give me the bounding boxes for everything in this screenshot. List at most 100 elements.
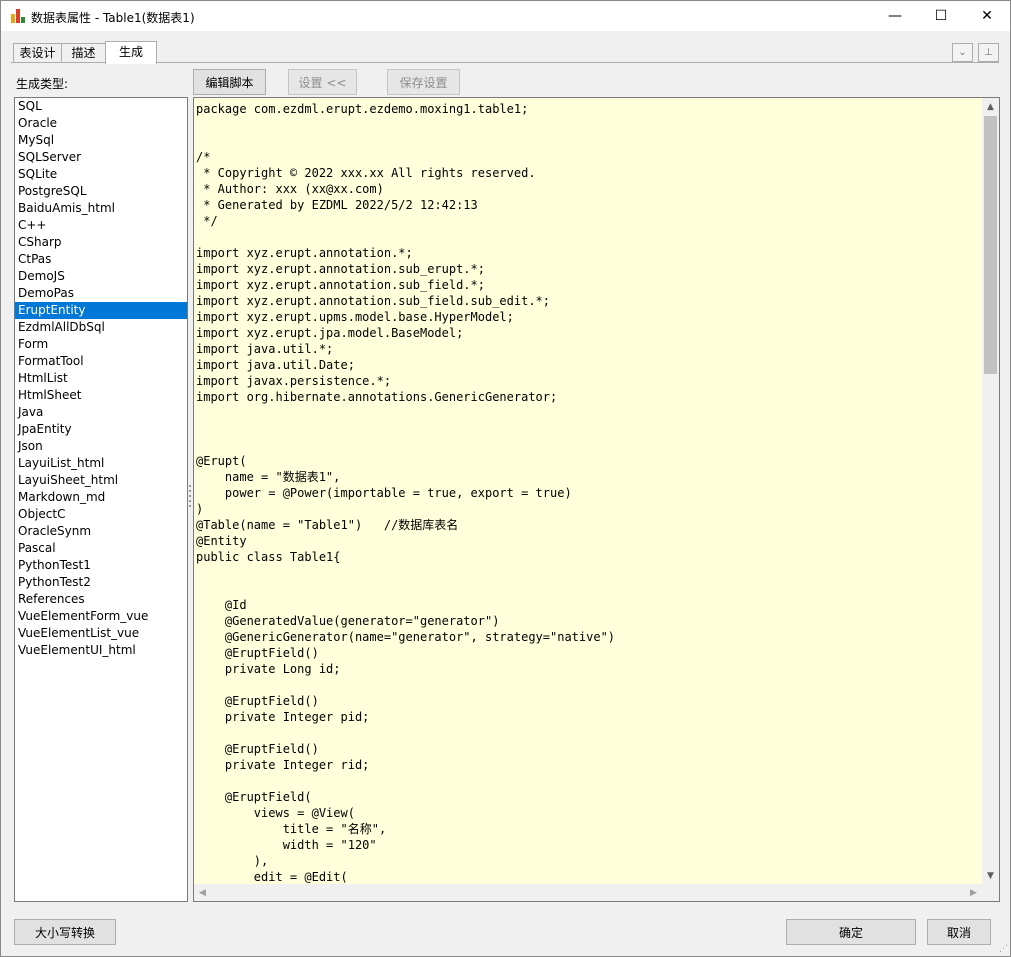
title-bar[interactable]: 数据表属性 - Table1(数据表1) — ☐ ✕ (1, 1, 1010, 31)
code-line: name = "数据表1", (196, 470, 341, 484)
code-line: import xyz.erupt.annotation.*; (196, 246, 413, 260)
window-title: 数据表属性 - Table1(数据表1) (31, 11, 195, 25)
scroll-left-icon[interactable]: ◀ (194, 884, 211, 901)
code-line: private Integer rid; (196, 758, 370, 772)
code-line: views = @View( (196, 806, 355, 820)
code-line: edit = @Edit( (196, 870, 348, 883)
resize-grip-icon[interactable]: ⋰ (999, 944, 1008, 954)
list-item[interactable]: MySql (15, 132, 187, 149)
maximize-icon: ☐ (934, 8, 948, 24)
code-line: ) (196, 502, 204, 516)
list-item[interactable]: ObjectC (15, 506, 187, 523)
list-item[interactable]: LayuiSheet_html (15, 472, 187, 489)
edit-script-button[interactable]: 编辑脚本 (193, 69, 266, 95)
code-line: import xyz.erupt.annotation.sub_field.su… (196, 294, 551, 308)
list-item[interactable]: FormatTool (15, 353, 187, 370)
code-line: public class Table1{ (196, 550, 341, 564)
code-line: @Erupt( (196, 454, 247, 468)
code-line: * Copyright © 2022 xxx.xx All rights res… (196, 166, 536, 180)
list-item[interactable]: OracleSynm (15, 523, 187, 540)
code-line: power = @Power(importable = true, export… (196, 486, 572, 500)
generate-type-label: 生成类型: (16, 77, 69, 91)
list-item[interactable]: VueElementUI_html (15, 642, 187, 659)
list-item[interactable]: VueElementForm_vue (15, 608, 187, 625)
list-item[interactable]: JpaEntity (15, 421, 187, 438)
code-line: width = "120" (196, 838, 377, 852)
tab-generate[interactable]: 生成 (105, 41, 157, 64)
minimize-icon: — (888, 8, 902, 24)
list-item[interactable]: CtPas (15, 251, 187, 268)
tab-panel-border (11, 62, 999, 63)
cancel-button[interactable]: 取消 (927, 919, 991, 945)
dialog-window: 数据表属性 - Table1(数据表1) — ☐ ✕ 表设计 描述 生成 ⌄ ⊥… (0, 0, 1011, 957)
code-line: @EruptField( (196, 790, 312, 804)
code-line: package com.ezdml.erupt.ezdemo.moxing1.t… (196, 102, 529, 116)
tab-description[interactable]: 描述 (61, 43, 106, 63)
horizontal-scrollbar[interactable]: ◀ ▶ (194, 884, 982, 901)
scroll-right-icon[interactable]: ▶ (965, 884, 982, 901)
maximize-button[interactable]: ☐ (918, 1, 964, 31)
save-settings-button[interactable]: 保存设置 (387, 69, 460, 95)
chevron-down-icon: ⌄ (958, 47, 967, 58)
list-item[interactable]: HtmlSheet (15, 387, 187, 404)
scroll-up-icon[interactable]: ▲ (982, 98, 999, 115)
list-item[interactable]: SQL (15, 98, 187, 115)
code-line: ), (196, 854, 269, 868)
list-item[interactable]: EzdmlAllDbSql (15, 319, 187, 336)
pin-icon: ⊥ (984, 47, 993, 58)
scroll-corner (982, 884, 999, 901)
list-item[interactable]: BaiduAmis_html (15, 200, 187, 217)
close-button[interactable]: ✕ (964, 1, 1010, 31)
list-item[interactable]: PostgreSQL (15, 183, 187, 200)
list-item[interactable]: EruptEntity (15, 302, 187, 319)
code-editor[interactable]: package com.ezdml.erupt.ezdemo.moxing1.t… (193, 97, 1000, 902)
list-item[interactable]: Form (15, 336, 187, 353)
list-item[interactable]: VueElementList_vue (15, 625, 187, 642)
code-line: @EruptField() (196, 742, 319, 756)
pin-button[interactable]: ⊥ (978, 43, 999, 62)
ok-button[interactable]: 确定 (786, 919, 916, 945)
list-item[interactable]: DemoJS (15, 268, 187, 285)
code-line: */ (196, 214, 218, 228)
list-item[interactable]: Markdown_md (15, 489, 187, 506)
list-item[interactable]: Pascal (15, 540, 187, 557)
list-item[interactable]: SQLite (15, 166, 187, 183)
list-item[interactable]: References (15, 591, 187, 608)
code-line: import javax.persistence.*; (196, 374, 392, 388)
list-item[interactable]: PythonTest2 (15, 574, 187, 591)
case-convert-button[interactable]: 大小写转换 (14, 919, 116, 945)
tab-dropdown-button[interactable]: ⌄ (952, 43, 973, 62)
code-text[interactable]: package com.ezdml.erupt.ezdemo.moxing1.t… (196, 101, 976, 883)
settings-button[interactable]: 设置 << (288, 69, 357, 95)
scroll-down-icon[interactable]: ▼ (982, 867, 999, 884)
list-item[interactable]: Oracle (15, 115, 187, 132)
list-item[interactable]: CSharp (15, 234, 187, 251)
splitter-handle[interactable] (189, 485, 192, 509)
code-line: @Table(name = "Table1") //数据库表名 (196, 518, 459, 532)
list-item[interactable]: Json (15, 438, 187, 455)
list-item[interactable]: Java (15, 404, 187, 421)
tab-table-design[interactable]: 表设计 (13, 43, 62, 63)
list-item[interactable]: HtmlList (15, 370, 187, 387)
code-line: /* (196, 150, 211, 164)
list-item[interactable]: SQLServer (15, 149, 187, 166)
list-item[interactable]: LayuiList_html (15, 455, 187, 472)
list-item[interactable]: PythonTest1 (15, 557, 187, 574)
code-line: @GeneratedValue(generator="generator") (196, 614, 500, 628)
generate-type-list[interactable]: SQL Oracle MySql SQLServer SQLite PostgreSQL B… (14, 97, 188, 902)
list-item[interactable]: DemoPas (15, 285, 187, 302)
vertical-scroll-thumb[interactable] (984, 116, 997, 374)
vertical-scrollbar[interactable]: ▲ ▼ (982, 98, 999, 884)
minimize-button[interactable]: — (872, 1, 918, 31)
list-item[interactable]: C++ (15, 217, 187, 234)
